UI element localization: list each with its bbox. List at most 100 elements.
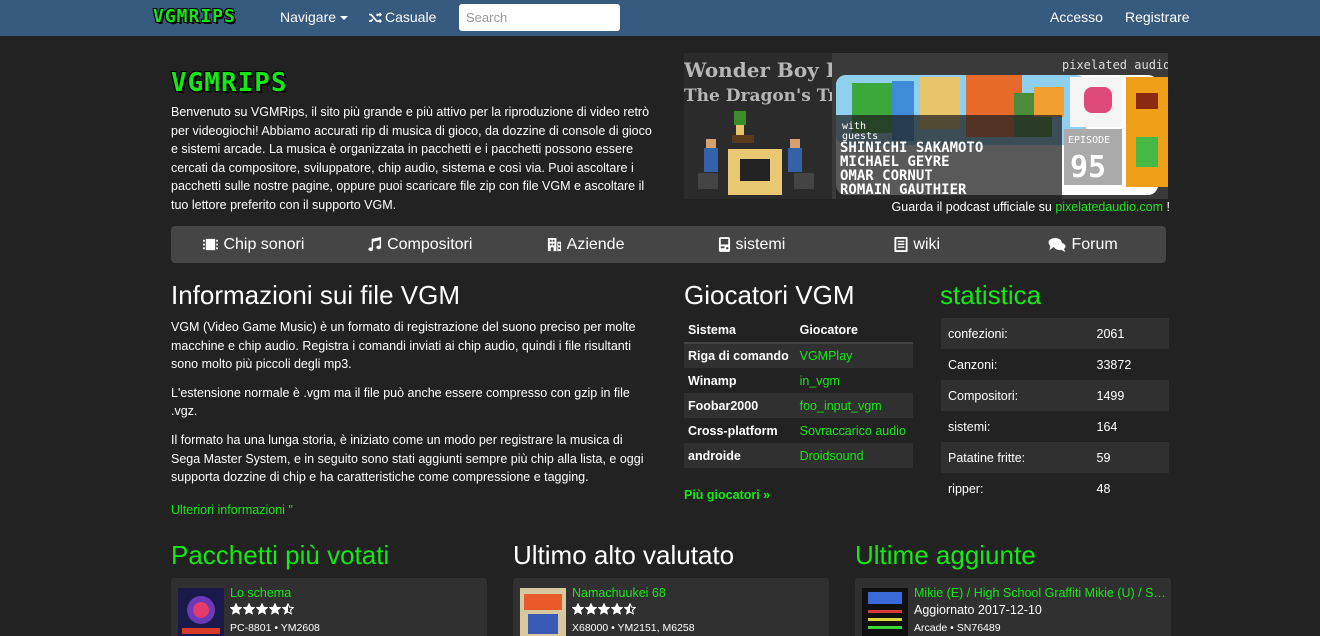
table-row: Patatine fritte: 59 <box>941 442 1169 473</box>
table-row: Compositori: 1499 <box>941 380 1169 411</box>
star-icon <box>598 603 610 615</box>
cat-label: Compositori <box>387 235 473 253</box>
pack-thumbnail <box>862 588 908 636</box>
star-icon <box>282 603 294 615</box>
cat-sound-chips[interactable]: Chip sonori <box>171 226 337 263</box>
cat-label: sistemi <box>735 235 786 253</box>
banner-brand: pixelated audio <box>1062 58 1168 72</box>
system-cell: Riga di comando <box>688 349 789 363</box>
more-players-link[interactable]: Più giocatori » <box>684 488 770 502</box>
table-row: Riga di comando VGMPlay <box>684 343 913 368</box>
pack-updated: Aggiornato 2017-12-10 <box>914 603 1042 617</box>
col-system: Sistema <box>684 318 796 344</box>
star-icon <box>256 603 268 615</box>
cat-forum[interactable]: Forum <box>1000 226 1166 263</box>
banner-guest-4: ROMAIN GAUTHIER <box>840 182 967 198</box>
login-link[interactable]: Accesso <box>1050 9 1103 25</box>
shuffle-icon <box>369 12 382 24</box>
system-cell: androide <box>688 448 741 463</box>
stat-label: sistemi: <box>948 419 991 434</box>
table-row: Foobar2000 foo_input_vgm <box>684 393 913 418</box>
stat-value: 59 <box>1096 450 1111 465</box>
table-row: Canzoni: 33872 <box>941 349 1169 380</box>
col-player: Giocatore <box>795 318 913 344</box>
table-row: ripper: 48 <box>941 473 1169 504</box>
system-cell: Cross-platform <box>688 423 778 438</box>
building-icon <box>547 237 561 252</box>
banner-episode-label: EPISODE <box>1068 135 1110 146</box>
stat-label: ripper: <box>948 481 984 496</box>
vgm-info-p1: VGM (Video Game Music) è un formato di r… <box>171 320 636 372</box>
podcast-line: Guarda il podcast ufficiale su pixelated… <box>684 200 1170 214</box>
browse-label: Navigare <box>280 9 337 25</box>
player-link[interactable]: VGMPlay <box>796 343 913 368</box>
music-icon <box>368 237 382 252</box>
latest-rated-pack-card[interactable]: Namachuukei 68 X68000 • YM2151, M6258 <box>513 578 829 636</box>
cat-companies[interactable]: Aziende <box>503 226 669 263</box>
pack-title-link[interactable]: Lo schema <box>230 586 482 600</box>
cat-systems[interactable]: sistemi <box>668 226 834 263</box>
intro-logo: VGMRIPS <box>171 68 288 98</box>
cat-label: wiki <box>913 235 941 253</box>
random-link[interactable]: Casuale <box>369 9 436 25</box>
players-table: Sistema Giocatore Riga di comando VGMPlay… <box>684 318 913 468</box>
pack-meta: Arcade • SN76489 <box>914 622 1001 634</box>
top-rated-heading: Pacchetti più votati <box>171 540 390 570</box>
vgm-info-p2: L'estensione normale è .vgm ma il file p… <box>171 385 630 419</box>
player-link[interactable]: in_vgm <box>796 368 913 393</box>
random-label: Casuale <box>385 9 437 25</box>
latest-added-pack-card[interactable]: Mikie (E) / High School Graffiti Mikie (… <box>855 578 1171 636</box>
comments-icon <box>1049 237 1066 252</box>
cat-composers[interactable]: Compositori <box>337 226 503 263</box>
stat-value: 2061 <box>1096 326 1125 341</box>
players-heading: Giocatori VGM <box>684 280 855 310</box>
cat-label: Aziende <box>566 235 625 253</box>
pack-thumbnail <box>178 588 224 636</box>
podcast-suffix: ! <box>1166 200 1170 214</box>
pack-meta: X68000 • YM2151, M6258 <box>572 622 695 634</box>
pack-title-link[interactable]: Namachuukei 68 <box>572 586 824 600</box>
stat-value: 48 <box>1096 481 1111 496</box>
player-link[interactable]: Sovraccarico audio <box>796 418 913 443</box>
system-cell: Foobar2000 <box>688 398 759 413</box>
top-rated-pack-card[interactable]: Lo schema PC-8801 • YM2608 <box>171 578 487 636</box>
stat-label: Compositori: <box>948 388 1019 403</box>
brand-logo[interactable]: VGMRIPS <box>153 6 236 27</box>
player-link[interactable]: foo_input_vgm <box>796 393 913 418</box>
players-header-row: Sistema Giocatore <box>684 318 913 344</box>
stats-heading: statistica <box>940 280 1042 310</box>
list-icon <box>894 237 908 252</box>
podcast-prefix: Guarda il podcast ufficiale su <box>891 200 1052 214</box>
star-icon <box>243 603 255 615</box>
stat-label: Canzoni: <box>948 357 998 372</box>
podcast-banner[interactable]: Wonder Boy III The Dragon's Trap pixelat… <box>684 53 1168 199</box>
podcast-link[interactable]: pixelatedaudio.com <box>1055 200 1163 214</box>
stat-value: 33872 <box>1096 357 1132 372</box>
search-input[interactable] <box>459 4 620 31</box>
browse-dropdown[interactable]: Navigare <box>280 9 349 25</box>
banner-episode-num: 95 <box>1070 150 1106 185</box>
star-icon <box>269 603 281 615</box>
stat-value: 164 <box>1096 419 1118 434</box>
cat-label: Forum <box>1071 235 1118 253</box>
star-icon <box>611 603 623 615</box>
pack-meta: PC-8801 • YM2608 <box>230 622 320 634</box>
cat-label: Chip sonori <box>223 235 305 253</box>
caret-down-icon <box>340 16 349 21</box>
vgm-info-more-link[interactable]: Ulteriori informazioni " <box>171 501 651 520</box>
rating-stars <box>572 603 636 615</box>
register-link[interactable]: Registrare <box>1125 9 1190 25</box>
category-nav: Chip sonori Compositori Aziende sistemi … <box>171 226 1166 263</box>
vgm-info-p3: Il formato ha una lunga storia, è inizia… <box>171 432 644 485</box>
console-icon <box>718 237 730 252</box>
chip-icon <box>203 238 219 251</box>
star-icon <box>230 603 242 615</box>
table-row: Cross-platform Sovraccarico audio <box>684 418 913 443</box>
table-row: Winamp in_vgm <box>684 368 913 393</box>
player-link[interactable]: Droidsound <box>796 443 913 468</box>
pack-title-link[interactable]: Mikie (E) / High School Graffiti Mikie (… <box>914 586 1166 600</box>
vgm-info-body: VGM (Video Game Music) è un formato di r… <box>171 318 651 519</box>
rating-stars <box>230 603 294 615</box>
cat-wiki[interactable]: wiki <box>834 226 1000 263</box>
star-icon <box>624 603 636 615</box>
